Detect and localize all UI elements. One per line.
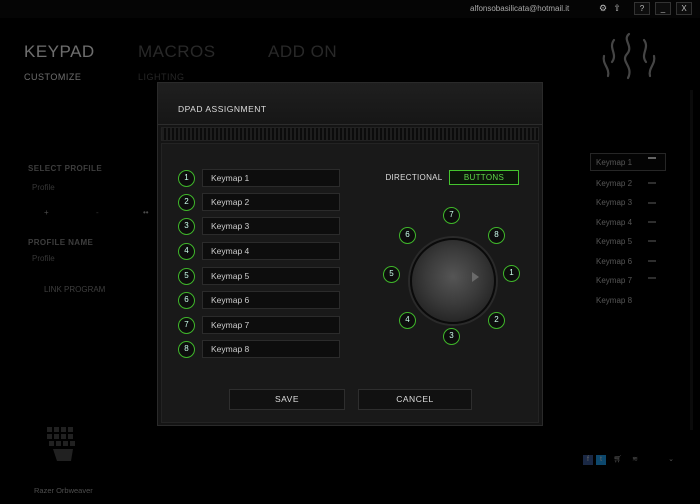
device-image — [47, 427, 75, 461]
dialog-title: DPAD ASSIGNMENT — [178, 104, 267, 114]
keymap-item[interactable]: Keymap 6 — [596, 257, 632, 266]
keymap-item[interactable]: Keymap 3 — [596, 198, 632, 207]
dpad-position-badge[interactable]: 6 — [399, 227, 416, 244]
link-program-label[interactable]: LINK PROGRAM — [44, 285, 105, 294]
button-number-badge: 8 — [178, 341, 195, 358]
buttons-toggle[interactable]: BUTTONS — [449, 170, 519, 185]
keymap-field[interactable]: Keymap 2 — [202, 193, 340, 211]
cart-icon[interactable]: 🛒︎ — [613, 455, 623, 465]
scrollbar[interactable] — [690, 90, 693, 430]
razer-logo-icon — [602, 32, 656, 80]
subtab-customize[interactable]: CUSTOMIZE — [24, 72, 81, 82]
close-button[interactable]: X — [676, 2, 692, 15]
button-number-badge: 5 — [178, 268, 195, 285]
keymap-field[interactable]: Keymap 5 — [202, 267, 340, 285]
keymap-item[interactable]: Keymap 7 — [596, 276, 632, 285]
keymap-item[interactable]: Keymap 1 — [596, 158, 632, 167]
keymap-field[interactable]: Keymap 7 — [202, 316, 340, 334]
select-profile-label: SELECT PROFILE — [28, 164, 103, 173]
keymap-indicator-icon — [648, 157, 656, 159]
keymap-indicator-icon — [648, 202, 656, 204]
dialog-header: DPAD ASSIGNMENT — [158, 83, 542, 125]
dpad-position-badge[interactable]: 8 — [488, 227, 505, 244]
facebook-icon[interactable]: f — [583, 455, 593, 465]
keymap-field[interactable]: Keymap 6 — [202, 291, 340, 309]
profile-dropdown[interactable]: Profile — [32, 183, 55, 192]
keymap-indicator-icon — [648, 240, 656, 242]
dpad-position-badge[interactable]: 3 — [443, 328, 460, 345]
device-name: Razer Orbweaver — [34, 486, 93, 495]
button-number-badge: 7 — [178, 317, 195, 334]
dpad-position-badge[interactable]: 2 — [488, 312, 505, 329]
dpad-position-badge[interactable]: 1 — [503, 265, 520, 282]
keymap-item[interactable]: Keymap 4 — [596, 218, 632, 227]
keymap-field[interactable]: Keymap 8 — [202, 340, 340, 358]
button-number-badge: 3 — [178, 218, 195, 235]
keymap-field[interactable]: Keymap 3 — [202, 217, 340, 235]
button-number-badge: 1 — [178, 170, 195, 187]
twitter-icon[interactable]: t — [596, 455, 606, 465]
button-number-badge: 2 — [178, 194, 195, 211]
decorative-strip — [161, 127, 539, 141]
razer-icon[interactable]: ≋ — [630, 455, 640, 465]
gear-icon[interactable]: ⚙ — [596, 2, 610, 15]
button-number-badge: 6 — [178, 292, 195, 309]
dpad-position-badge[interactable]: 4 — [399, 312, 416, 329]
keymap-indicator-icon — [648, 260, 656, 262]
keymap-indicator-icon — [648, 182, 656, 184]
keymap-field[interactable]: Keymap 1 — [202, 169, 340, 187]
add-profile-icon[interactable]: + — [44, 208, 49, 217]
profile-name-label: PROFILE NAME — [28, 238, 94, 247]
account-email[interactable]: alfonsobasilicata@hotmail.it — [470, 4, 569, 13]
cancel-button[interactable]: CANCEL — [358, 389, 472, 410]
keymap-indicator-icon — [648, 221, 656, 223]
keymap-indicator-icon — [648, 277, 656, 279]
keymap-item[interactable]: Keymap 5 — [596, 237, 632, 246]
title-bar: alfonsobasilicata@hotmail.it ⚙ ⇧ ? _ X — [0, 0, 700, 18]
save-button[interactable]: SAVE — [229, 389, 345, 410]
tab-add-on[interactable]: ADD ON — [268, 42, 337, 62]
remove-profile-icon[interactable]: - — [96, 208, 99, 217]
minimize-button[interactable]: _ — [655, 2, 671, 15]
button-number-badge: 4 — [178, 243, 195, 260]
more-options-icon[interactable]: •• — [143, 208, 149, 217]
dpad-position-badge[interactable]: 5 — [383, 266, 400, 283]
directional-toggle[interactable]: DIRECTIONAL — [381, 170, 447, 185]
help-button[interactable]: ? — [634, 2, 650, 15]
profile-name-field[interactable]: Profile — [32, 254, 55, 263]
upload-icon[interactable]: ⇧ — [610, 2, 624, 15]
keymap-field[interactable]: Keymap 4 — [202, 242, 340, 260]
keymap-item[interactable]: Keymap 8 — [596, 296, 632, 305]
dpad-graphic — [410, 238, 496, 324]
dpad-position-badge[interactable]: 7 — [443, 207, 460, 224]
keymap-item[interactable]: Keymap 2 — [596, 179, 632, 188]
tab-keypad[interactable]: KEYPAD — [24, 42, 95, 62]
tab-macros[interactable]: MACROS — [138, 42, 216, 62]
subtab-lighting[interactable]: LIGHTING — [138, 72, 185, 82]
play-arrow-icon — [472, 272, 479, 282]
collapse-icon[interactable]: ⌄ — [666, 455, 676, 465]
